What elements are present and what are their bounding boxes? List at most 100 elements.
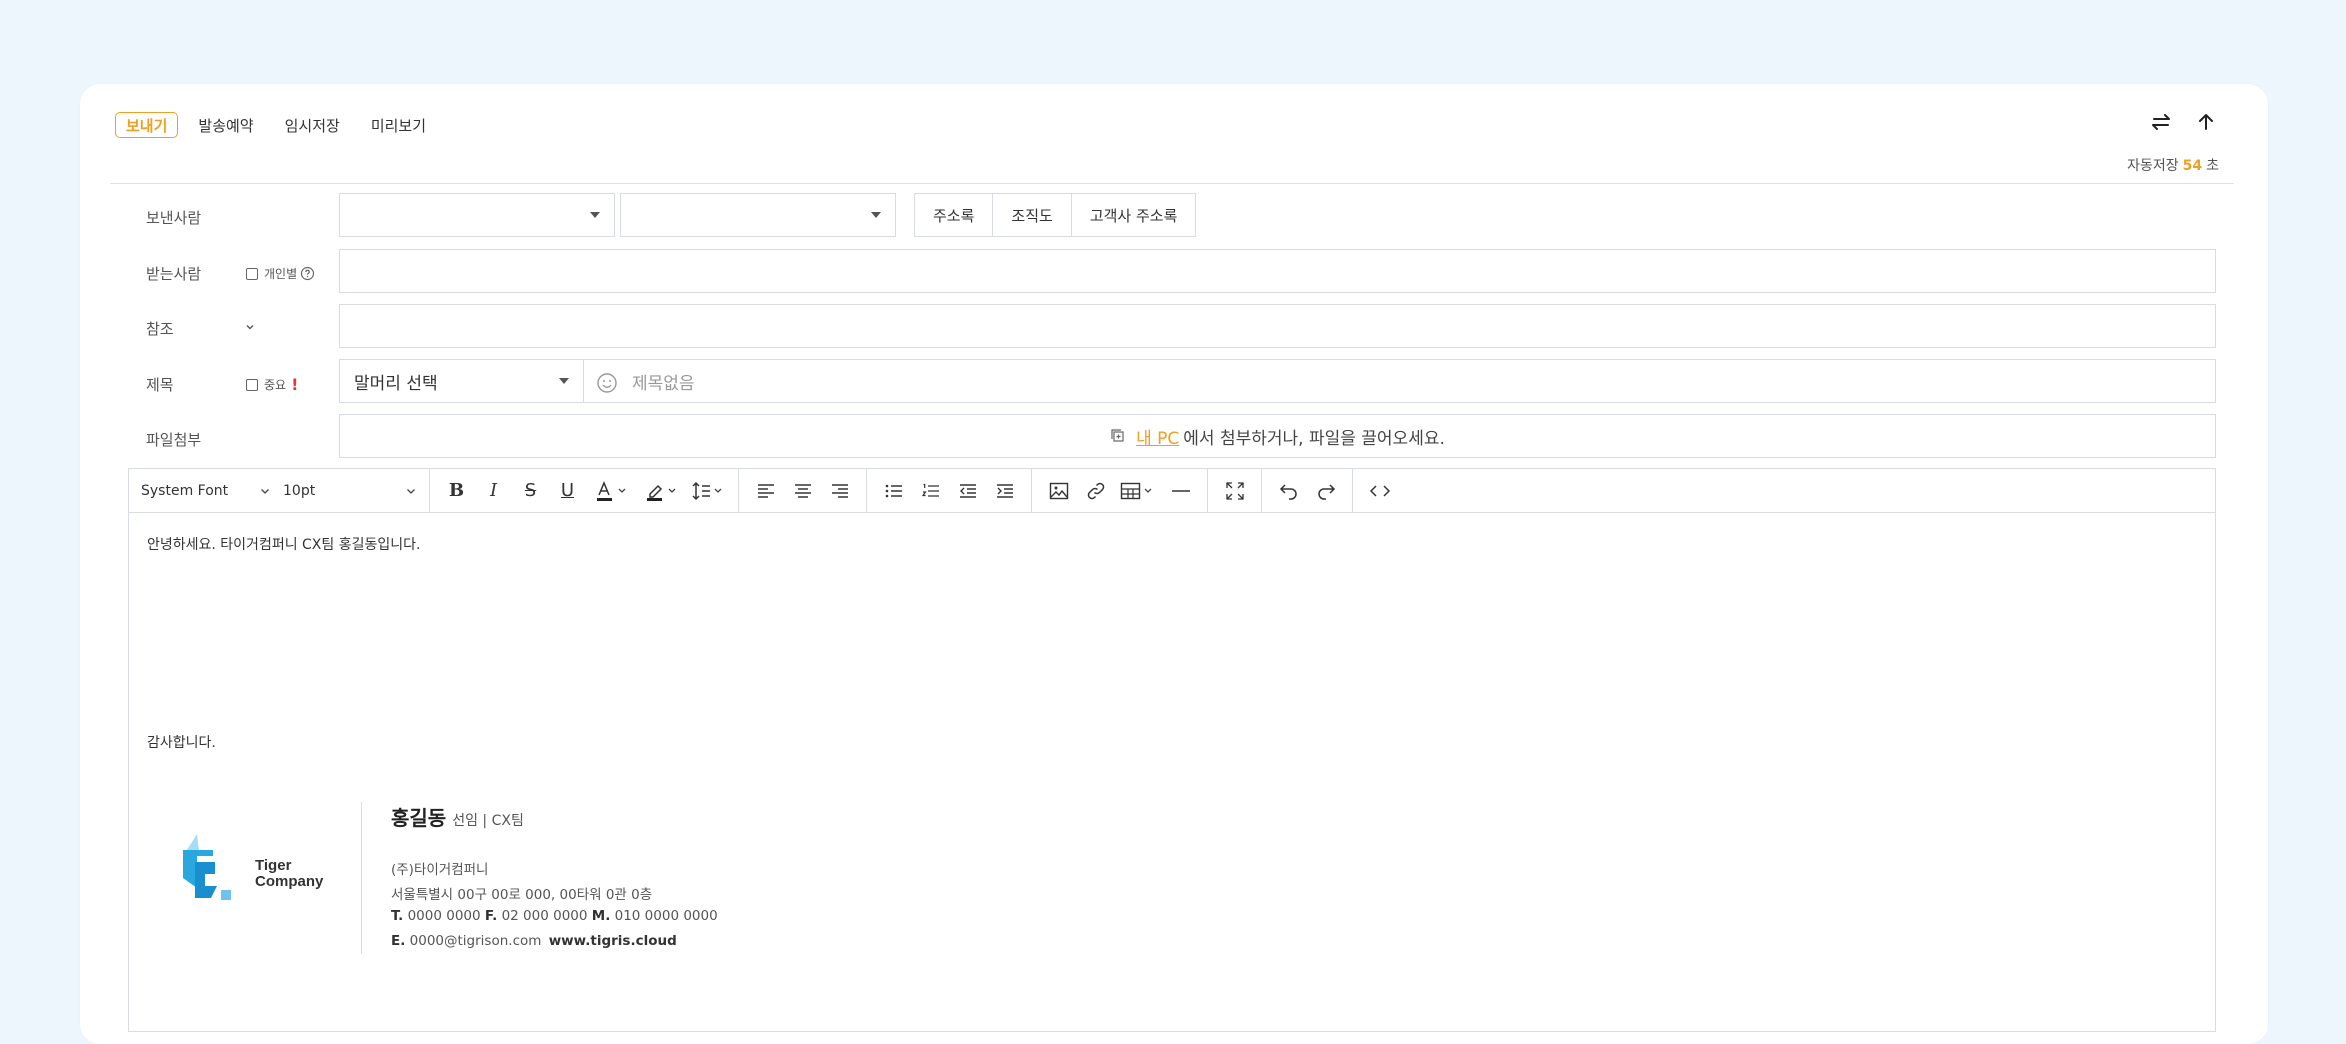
outdent-icon[interactable] bbox=[949, 469, 986, 512]
fullscreen-icon[interactable] bbox=[1216, 469, 1253, 512]
underline-icon[interactable]: U bbox=[549, 469, 586, 512]
send-button[interactable]: 보내기 bbox=[115, 112, 179, 138]
important-mark: ! bbox=[291, 375, 299, 394]
source-code-icon[interactable] bbox=[1361, 469, 1398, 512]
italic-icon[interactable]: I bbox=[475, 469, 512, 512]
subject-placeholder: 제목없음 bbox=[632, 373, 695, 394]
dropdown-caret-icon bbox=[559, 378, 569, 384]
signature-phone-line: T. 0000 0000 F. 02 000 0000 M. 010 0000 … bbox=[391, 908, 718, 924]
individual-label: 개인별 bbox=[264, 267, 298, 281]
autosave-status: 자동저장 54 초 bbox=[2127, 155, 2219, 175]
font-size-select[interactable]: 10pt bbox=[277, 483, 423, 499]
font-family-value: System Font bbox=[141, 482, 229, 499]
font-family-select[interactable]: System Font bbox=[135, 483, 277, 499]
prefix-select-value: 말머리 선택 bbox=[354, 373, 438, 394]
strikethrough-icon[interactable]: S bbox=[512, 469, 549, 512]
attachment-hint: 내 PC 에서 첨부하거나, 파일을 끌어오세요. bbox=[340, 415, 2215, 457]
text-color-icon[interactable] bbox=[586, 469, 636, 512]
sender-label: 보낸사람 bbox=[146, 209, 202, 227]
my-pc-link[interactable]: 내 PC bbox=[1136, 424, 1179, 449]
bullet-list-icon[interactable] bbox=[875, 469, 912, 512]
highlight-color-icon[interactable] bbox=[636, 469, 686, 512]
swap-icon[interactable] bbox=[2150, 113, 2172, 131]
help-icon[interactable] bbox=[300, 266, 315, 281]
subject-label: 제목 bbox=[146, 376, 174, 394]
arrow-up-icon[interactable] bbox=[2196, 112, 2216, 132]
editor-toolbar: System Font 10pt B I S U bbox=[128, 468, 2216, 513]
autosave-unit: 초 bbox=[2206, 158, 2219, 174]
to-label: 받는사람 bbox=[146, 265, 202, 283]
redo-icon[interactable] bbox=[1307, 469, 1344, 512]
customer-address-book-button[interactable]: 고객사 주소록 bbox=[1072, 194, 1196, 236]
preview-button[interactable]: 미리보기 bbox=[371, 115, 426, 136]
cc-input[interactable] bbox=[339, 304, 2216, 348]
fax-label: F. bbox=[484, 908, 498, 924]
body-closing: 감사합니다. bbox=[147, 735, 216, 751]
signature-address: 서울특별시 00구 00로 000, 00타워 0관 0층 bbox=[391, 887, 653, 903]
org-chart-button[interactable]: 조직도 bbox=[993, 194, 1072, 236]
compose-actions: 보내기 발송예약 임시저장 미리보기 bbox=[115, 110, 426, 140]
line-height-icon[interactable] bbox=[686, 469, 730, 512]
email-label: E. bbox=[391, 933, 406, 949]
logo-text-line2: Company bbox=[255, 873, 324, 890]
dropdown-caret-icon bbox=[871, 212, 881, 218]
tel-label: T. bbox=[391, 908, 404, 924]
address-buttons: 주소록 조직도 고객사 주소록 bbox=[914, 193, 1197, 237]
signature-divider bbox=[361, 802, 362, 954]
cc-label: 참조 bbox=[146, 320, 174, 338]
individual-toggle[interactable]: 개인별 bbox=[246, 265, 315, 282]
link-icon[interactable] bbox=[1077, 469, 1114, 512]
signature-company: (주)타이거컴퍼니 bbox=[391, 862, 489, 878]
divider bbox=[110, 183, 2234, 184]
save-draft-button[interactable]: 임시저장 bbox=[285, 115, 340, 136]
logo-text-line1: Tiger bbox=[255, 857, 292, 874]
email-value: 0000@tigrison.com bbox=[409, 933, 542, 949]
mobile-label: M. bbox=[591, 908, 611, 924]
attach-text: 에서 첨부하거나, 파일을 끌어오세요. bbox=[1183, 428, 1445, 449]
fax-value: 02 000 0000 bbox=[501, 908, 588, 924]
company-logo: Tiger Company bbox=[179, 828, 329, 914]
align-center-icon[interactable] bbox=[784, 469, 821, 512]
horizontal-rule-icon[interactable] bbox=[1162, 469, 1199, 512]
important-checkbox[interactable] bbox=[246, 378, 258, 391]
signature-title: 선임 | CX팀 bbox=[452, 813, 524, 829]
align-left-icon[interactable] bbox=[747, 469, 784, 512]
body-greeting: 안녕하세요. 타이거컴퍼니 CX팀 홍길동입니다. bbox=[147, 537, 421, 553]
subject-input[interactable]: 제목없음 bbox=[583, 359, 2216, 403]
chevron-down-icon bbox=[261, 488, 269, 494]
important-toggle[interactable]: 중요 ! bbox=[246, 375, 298, 394]
attach-label: 파일첨부 bbox=[146, 431, 202, 449]
chevron-down-icon bbox=[407, 488, 415, 494]
autosave-seconds: 54 bbox=[2182, 158, 2203, 174]
sender-account-select[interactable] bbox=[339, 193, 615, 237]
important-label: 중요 bbox=[264, 378, 287, 392]
dropdown-caret-icon bbox=[590, 212, 600, 218]
editor-body[interactable]: 안녕하세요. 타이거컴퍼니 CX팀 홍길동입니다. 감사합니다. Tiger C… bbox=[128, 512, 2216, 1032]
schedule-send-button[interactable]: 발송예약 bbox=[198, 115, 253, 136]
mobile-value: 010 0000 0000 bbox=[614, 908, 718, 924]
signature-email-line: E. 0000@tigrison.com www.tigris.cloud bbox=[391, 933, 677, 949]
attachment-dropzone[interactable]: 내 PC 에서 첨부하거나, 파일을 끌어오세요. bbox=[339, 414, 2216, 458]
individual-checkbox[interactable] bbox=[246, 267, 258, 280]
numbered-list-icon[interactable] bbox=[912, 469, 949, 512]
prefix-select[interactable]: 말머리 선택 bbox=[339, 359, 584, 403]
emoji-icon[interactable] bbox=[596, 372, 618, 398]
autosave-label: 자동저장 bbox=[2127, 158, 2179, 174]
align-right-icon[interactable] bbox=[821, 469, 858, 512]
indent-icon[interactable] bbox=[986, 469, 1023, 512]
attach-file-icon bbox=[1111, 429, 1124, 442]
bold-icon[interactable]: B bbox=[438, 469, 475, 512]
tel-value: 0000 0000 bbox=[407, 908, 481, 924]
undo-icon[interactable] bbox=[1270, 469, 1307, 512]
table-icon[interactable] bbox=[1114, 469, 1162, 512]
signature-name: 홍길동 bbox=[391, 806, 447, 830]
signature-name-block: 홍길동 선임 | CX팀 bbox=[391, 802, 524, 831]
chevron-down-icon[interactable] bbox=[244, 318, 256, 337]
image-icon[interactable] bbox=[1040, 469, 1077, 512]
sender-name-select[interactable] bbox=[620, 193, 896, 237]
window-controls bbox=[2150, 112, 2216, 132]
font-size-value: 10pt bbox=[283, 482, 316, 499]
website-value: www.tigris.cloud bbox=[548, 933, 677, 949]
address-book-button[interactable]: 주소록 bbox=[915, 194, 994, 236]
to-input[interactable] bbox=[339, 249, 2216, 293]
